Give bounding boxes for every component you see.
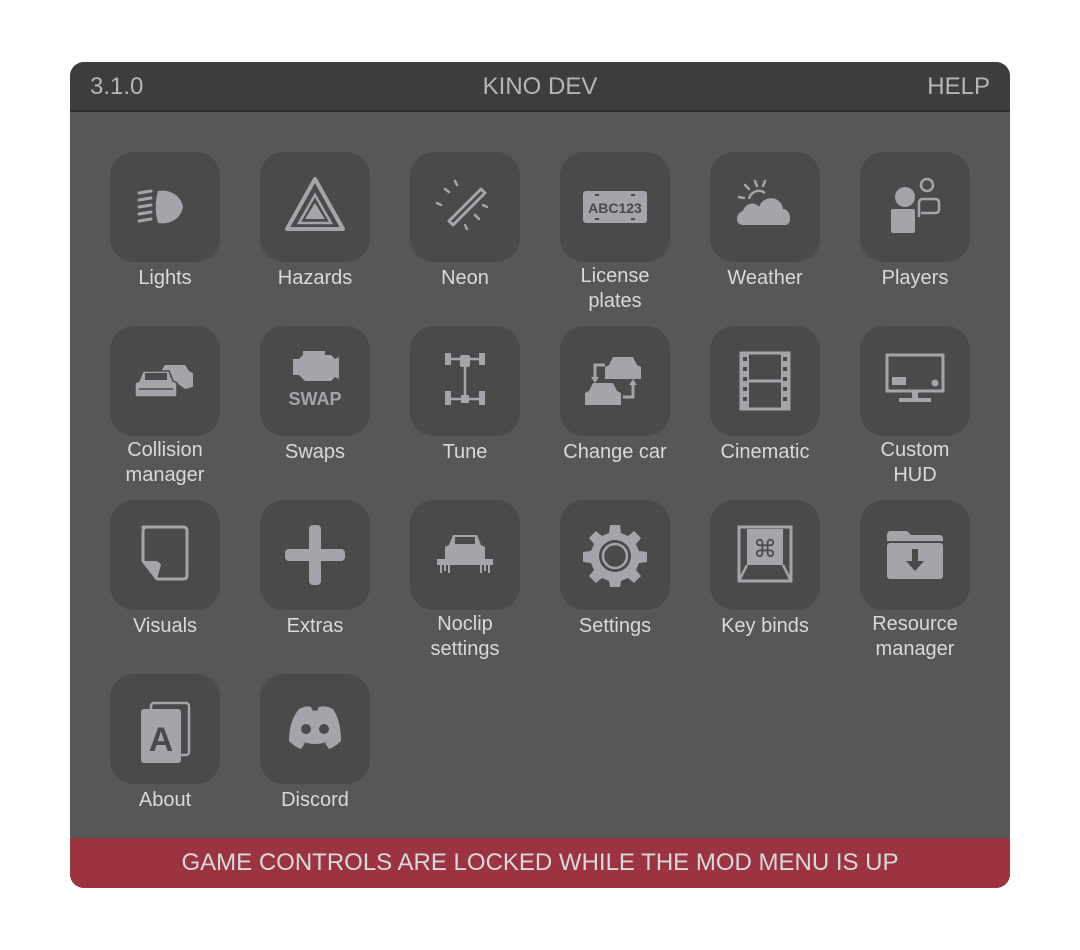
license-plate-icon: ABC123: [583, 191, 647, 223]
menu-item-custom-hud[interactable]: Custom HUD: [860, 326, 970, 496]
monitor-icon: [885, 353, 945, 402]
menu-item-label: Visuals: [132, 615, 198, 637]
menu-item-discord[interactable]: Discord: [260, 674, 370, 844]
hazard-triangle-icon: [285, 177, 345, 231]
menu-item-label: Resource manager: [872, 613, 958, 660]
menu-item-icon-tile[interactable]: A: [110, 674, 220, 784]
menu-item-label: License plates: [580, 265, 650, 312]
swap-text: SWAP: [288, 389, 341, 409]
menu-item-label: Key binds: [721, 615, 809, 637]
two-cars-icon: [134, 365, 193, 398]
menu-item-license-plates[interactable]: ABC123 License plates: [560, 152, 670, 322]
menu-item-about[interactable]: A About: [110, 674, 220, 844]
folder-download-icon: [887, 531, 943, 579]
version-label: 3.1.0: [90, 73, 144, 100]
menu-item-icon-tile[interactable]: [110, 500, 220, 610]
menu-item-label: Lights: [138, 267, 192, 289]
menu-item-label: Extras: [286, 615, 344, 637]
menu-item-icon-tile[interactable]: [260, 152, 370, 262]
page-curl-icon: [141, 525, 189, 581]
command-glyph: ⌘: [753, 535, 777, 563]
menu-item-collision-manager[interactable]: Collision manager: [110, 326, 220, 496]
menu-item-icon-tile[interactable]: [110, 326, 220, 436]
menu-item-key-binds[interactable]: ⌘ Key binds: [710, 500, 820, 670]
menu-item-weather[interactable]: Weather: [710, 152, 820, 322]
menu-item-icon-tile[interactable]: [260, 674, 370, 784]
menu-item-label: About: [138, 789, 192, 811]
menu-item-label: Settings: [578, 615, 652, 637]
controls-locked-banner: GAME CONTROLS ARE LOCKED WHILE THE MOD M…: [70, 838, 1010, 888]
about-letter: A: [149, 721, 174, 759]
help-button[interactable]: HELP: [927, 74, 990, 100]
plate-text: ABC123: [588, 200, 642, 216]
menu-item-cinematic[interactable]: Cinematic: [710, 326, 820, 496]
plus-icon: [285, 525, 345, 585]
menu-item-resource-manager[interactable]: Resource manager: [860, 500, 970, 670]
film-strip-icon: [739, 351, 791, 411]
menu-item-label: Players: [881, 267, 949, 289]
menu-item-icon-tile[interactable]: [110, 152, 220, 262]
about-card-icon: A: [141, 701, 191, 763]
menu-item-icon-tile[interactable]: [860, 152, 970, 262]
menu-item-label: Noclip settings: [430, 613, 500, 660]
menu-item-label: Change car: [563, 441, 667, 463]
menu-item-icon-tile[interactable]: [560, 326, 670, 436]
menu-item-label: Custom HUD: [880, 439, 950, 486]
menu-item-icon-tile[interactable]: [710, 326, 820, 436]
users-icon: [891, 177, 941, 233]
menu-item-change-car[interactable]: Change car: [560, 326, 670, 496]
menu-item-neon[interactable]: Neon: [410, 152, 520, 322]
menu-item-icon-tile[interactable]: [410, 326, 520, 436]
menu-item-settings[interactable]: Settings: [560, 500, 670, 670]
menu-item-hazards[interactable]: Hazards: [260, 152, 370, 322]
menu-item-icon-tile[interactable]: [860, 500, 970, 610]
menu-item-noclip-settings[interactable]: Noclip settings: [410, 500, 520, 670]
floating-car-icon: [437, 535, 493, 573]
menu-item-icon-tile[interactable]: [560, 500, 670, 610]
menu-item-icon-tile[interactable]: [860, 326, 970, 436]
gear-icon: [583, 525, 647, 587]
menu-title: KINO DEV: [482, 73, 598, 100]
engine-swap-icon: SWAP: [288, 351, 342, 409]
menu-item-label: Hazards: [277, 267, 353, 289]
command-key-icon: ⌘: [737, 525, 793, 583]
menu-item-tune[interactable]: Tune: [410, 326, 520, 496]
menu-item-icon-tile[interactable]: ⌘: [710, 500, 820, 610]
discord-icon: [289, 706, 341, 749]
menu-item-icon-tile[interactable]: [410, 152, 520, 262]
drivetrain-icon: [445, 353, 485, 405]
menu-item-icon-tile[interactable]: [710, 152, 820, 262]
menu-item-extras[interactable]: Extras: [260, 500, 370, 670]
menu-item-icon-tile[interactable]: ABC123: [560, 152, 670, 262]
menu-item-label: Discord: [281, 789, 349, 811]
menu-item-lights[interactable]: Lights: [110, 152, 220, 322]
menu-item-icon-tile[interactable]: [410, 500, 520, 610]
neon-tube-icon: [435, 179, 489, 231]
headlight-icon: [137, 189, 183, 224]
menu-item-label: Cinematic: [720, 441, 810, 463]
menu-item-label: Neon: [441, 267, 489, 289]
menu-item-visuals[interactable]: Visuals: [110, 500, 220, 670]
sun-cloud-icon: [737, 179, 791, 225]
menu-item-label: Tune: [442, 441, 488, 463]
menu-item-players[interactable]: Players: [860, 152, 970, 322]
menu-item-swaps[interactable]: SWAP Swaps: [260, 326, 370, 496]
menu-item-label: Swaps: [284, 441, 346, 463]
menu-item-icon-tile[interactable]: SWAP: [260, 326, 370, 436]
mod-menu-window: 3.1.0 KINO DEV HELP Lights Hazards Neon ABC…: [70, 62, 1010, 888]
header-bar: 3.1.0 KINO DEV HELP: [70, 62, 1010, 112]
menu-item-label: Weather: [727, 267, 803, 289]
swap-cars-icon: [585, 357, 641, 405]
menu-item-icon-tile[interactable]: [260, 500, 370, 610]
menu-item-label: Collision manager: [125, 439, 205, 486]
